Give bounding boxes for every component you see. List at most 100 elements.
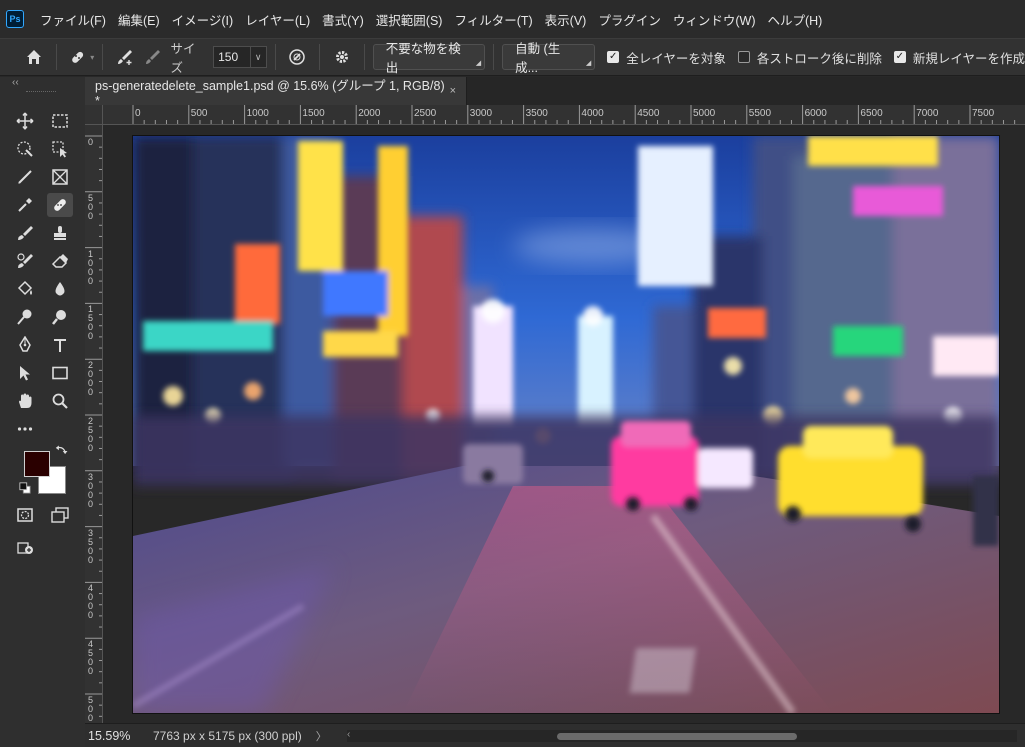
default-colors-icon[interactable] [18,481,32,495]
status-menu-arrow-icon[interactable]: 〉 [316,728,327,744]
checkbox-checked-icon[interactable]: ✓ [607,51,620,63]
ruler-label: 2 0 0 0 [88,360,94,398]
path-selection-icon[interactable] [12,361,38,385]
dropdown-corner-icon: ◢ [475,60,482,67]
menu-image[interactable]: イメージ(I) [172,10,234,29]
ruler-label: 2 5 0 0 [88,416,94,453]
panel-grip[interactable] [26,91,56,94]
brush-add-icon[interactable] [111,43,139,71]
horizontal-scrollbar[interactable]: ‹ [347,729,1017,742]
ruler-label: 4 0 0 0 [88,583,94,621]
menu-layer[interactable]: レイヤー(L) [245,10,310,29]
brush-subtract-icon[interactable] [139,43,167,71]
size-label: サイズ [170,42,196,75]
ruler-label: 5500 [748,108,772,119]
create-new-layer-checkbox[interactable]: ✓ 新規レイヤーを作成 [893,48,1025,67]
object-selection-icon[interactable] [12,137,38,161]
menu-help[interactable]: ヘルプ(H) [767,10,822,29]
swap-colors-icon[interactable] [54,443,70,459]
dodge-icon[interactable] [12,305,38,329]
menu-window[interactable]: ウィンドウ(W) [673,10,756,29]
zoom-icon[interactable] [47,389,73,413]
crop-select-icon[interactable] [47,137,73,161]
ruler-label: 0 [135,108,141,119]
ruler-label: 2500 [414,108,437,119]
ruler-label: 1 0 0 0 [88,248,94,286]
tools-panel: ‹‹ [0,77,85,747]
eraser-icon[interactable] [47,249,73,273]
ruler-corner[interactable] [85,105,103,125]
sample-all-layers-checkbox[interactable]: ✓ 全レイヤーを対象 [607,48,726,67]
mode-dropdown[interactable]: 不要な物を検出 ◢ [372,42,486,75]
menu-view[interactable]: 表示(V) [545,10,587,29]
eyedropper-icon[interactable] [12,193,38,217]
screen-mode-icon[interactable] [47,503,73,527]
zoom-level-field[interactable]: 15.59% [85,729,143,743]
collapse-panel-icon[interactable]: ‹‹ [12,77,19,88]
remove-tool-preset-icon[interactable] [65,43,93,71]
ruler-label: 1000 [246,108,269,119]
mode-dropdown-label: 不要な物を検出 [385,42,461,75]
document-canvas[interactable] [133,136,999,713]
scroll-left-icon[interactable]: ‹ [347,729,350,740]
ruler-label: 4 5 0 0 [88,639,94,677]
history-brush-icon[interactable] [12,249,38,273]
checkbox-checked-icon[interactable]: ✓ [893,51,906,63]
clone-stamp-icon[interactable] [47,221,73,245]
document-tab-bar: ps-generatedelete_sample1.psd @ 15.6% (グ… [85,77,1025,108]
horizontal-ruler[interactable]: 0 500 1000 1500 2000 2500 3000 3500 4000 4500 5000… [103,105,1025,125]
checkbox-label: 全レイヤーを対象 [626,51,726,66]
blur-drop-icon[interactable] [47,277,73,301]
more-tools-icon[interactable] [12,417,38,441]
canvas-area[interactable] [103,125,1025,723]
quick-mask-icon[interactable] [12,503,38,527]
checkbox-label: 各ストローク後に削除 [756,51,882,66]
home-icon[interactable] [20,43,48,71]
checkbox-unchecked-icon[interactable] [737,51,750,63]
settings-gear-icon[interactable] [328,43,356,71]
pen-line-icon[interactable] [12,165,38,189]
type-tool-icon[interactable] [47,333,73,357]
auto-dropdown[interactable]: 自動 (生成... ◢ [502,42,596,75]
frame-tool-icon[interactable] [47,165,73,189]
size-input[interactable]: 150 [213,46,251,68]
dropdown-corner-icon: ◢ [585,60,592,67]
ruler-label: 3 5 0 0 [88,527,94,565]
pen-tool-icon[interactable] [12,333,38,357]
menu-edit[interactable]: 編集(E) [118,10,160,29]
move-tool-icon[interactable] [12,109,38,133]
document-info[interactable]: 7763 px x 5175 px (300 ppl) [153,729,302,743]
foreground-color-swatch[interactable] [24,451,50,477]
ruler-label: 7000 [916,108,939,119]
separator [363,44,365,70]
ruler-label: 500 [190,108,208,119]
ruler-label: 6000 [804,108,827,119]
menu-type[interactable]: 書式(Y) [322,10,364,29]
vertical-ruler[interactable]: 0 5 0 0 1 0 0 0 1 5 0 0 2 0 0 0 2 5 0 0 3 0 0 … [85,125,103,723]
menu-plugins[interactable]: プラグイン [598,10,661,29]
ruler-label: 6500 [860,108,883,119]
ruler-label: 5 0 0 0 [88,695,94,724]
magnify-search-icon[interactable] [47,305,73,329]
hand-icon[interactable] [12,389,38,413]
remove-tool-icon[interactable] [47,193,73,217]
brush-icon[interactable] [12,221,38,245]
separator [102,44,104,70]
paint-bucket-icon[interactable] [12,277,38,301]
close-tab-icon[interactable]: × [450,85,456,97]
delete-after-stroke-checkbox[interactable]: 各ストローク後に削除 [737,48,882,67]
chevron-down-icon[interactable]: ▾ [90,53,94,62]
rectangle-shape-icon[interactable] [47,361,73,385]
ruler-label: 1 5 0 0 [88,304,94,342]
menu-filter[interactable]: フィルター(T) [454,10,532,29]
pressure-size-icon[interactable] [284,43,312,71]
menu-file[interactable]: ファイル(F) [40,10,106,29]
menu-select[interactable]: 選択範囲(S) [376,10,443,29]
rectangular-marquee-icon[interactable] [47,109,73,133]
status-bar: 15.59% 7763 px x 5175 px (300 ppl) 〉 ‹ [85,723,1025,747]
edit-toolbar-icon[interactable] [12,535,38,559]
size-dropdown-button[interactable]: ∨ [250,46,267,68]
document-tab[interactable]: ps-generatedelete_sample1.psd @ 15.6% (グ… [85,77,467,108]
separator [274,44,276,70]
horizontal-scroll-thumb[interactable] [557,733,797,740]
